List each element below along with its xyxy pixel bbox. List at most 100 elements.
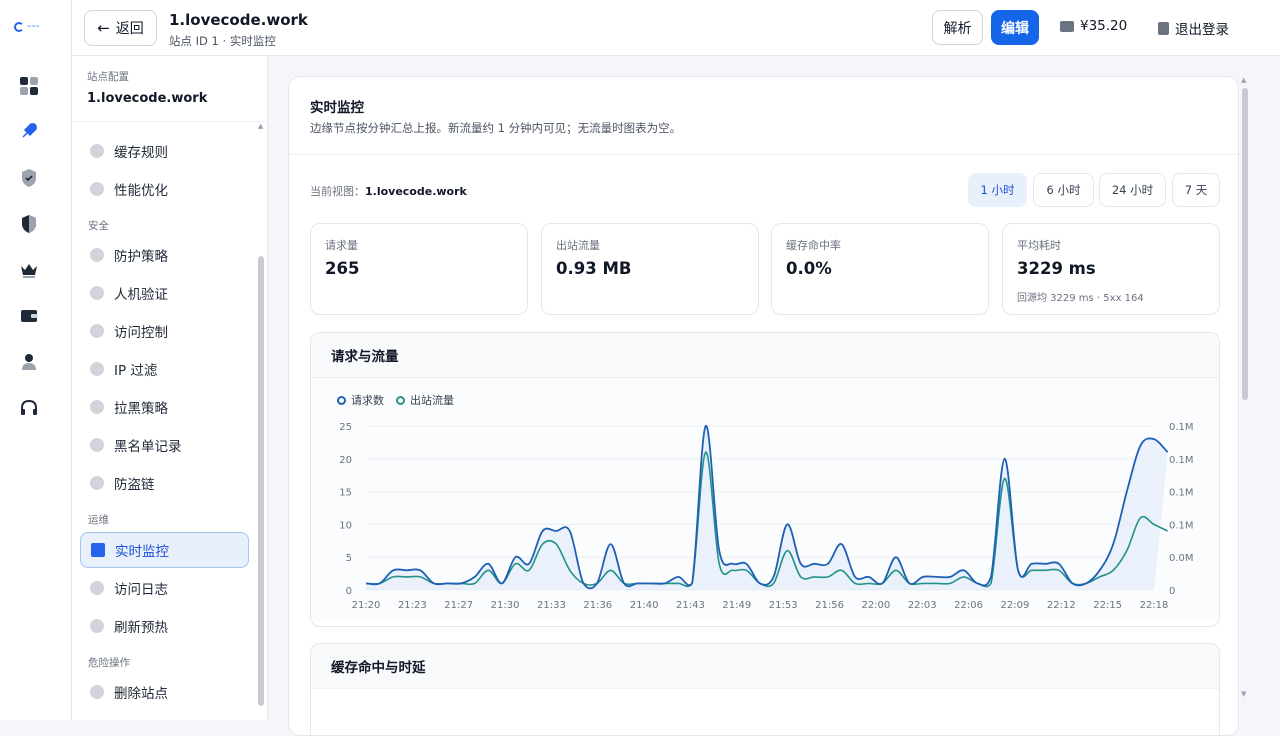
sidebar-item-label: 访问控制 (114, 325, 168, 341)
card-description: 边缘节点按分钟汇总上报。新流量约 1 分钟内可见；无流量时图表为空。 (310, 121, 682, 135)
parse-button[interactable]: 解析 (932, 10, 983, 45)
scroll-up-icon[interactable]: ▲ (1241, 76, 1246, 84)
sidebar-scrollbar[interactable] (258, 256, 264, 706)
shield-icon (90, 324, 104, 338)
sidebar-item-label: 缓存规则 (114, 145, 168, 161)
logout-button[interactable]: 退出登录 (1158, 18, 1229, 38)
sidebar-item-realtime-monitor[interactable]: 实时监控 (80, 532, 249, 568)
panel-title: 缓存命中与时延 (311, 644, 1219, 689)
sidebar-item-label: 性能优化 (114, 183, 168, 199)
range-6h-button[interactable]: 6 小时 (1033, 173, 1094, 207)
sidebar-item-cache-rules[interactable]: 缓存规则 (80, 133, 249, 169)
y-tick-left: 15 (339, 488, 352, 499)
filter-icon (90, 362, 104, 376)
sidebar-item-captcha[interactable]: 人机验证 (80, 275, 249, 311)
shield-half-icon[interactable] (19, 214, 39, 234)
dashboard-icon[interactable] (19, 76, 39, 96)
y-tick-right: 0 (1169, 586, 1175, 597)
stat-subtext: 回源均 3229 ms · 5xx 164 (1017, 293, 1144, 304)
y-tick-right: 0.0M (1169, 553, 1194, 564)
chart-svg: 0 0 5 0.0M 10 0.1M 15 0.1M 20 0.1M 25 0.1M 21:20 21:2… (339, 422, 1194, 611)
scroll-up-icon[interactable]: ▲ (258, 122, 263, 130)
x-tick-label: 22:03 (908, 600, 937, 611)
sidebar-item-label: 防护策略 (114, 249, 168, 265)
card-divider (289, 154, 1238, 155)
range-7d-button[interactable]: 7 天 (1172, 173, 1220, 207)
brand-logo[interactable]: ~~~ (14, 20, 58, 34)
sidebar-item-label: 刷新预热 (114, 620, 168, 636)
sidebar-item-label: 删除站点 (114, 686, 168, 702)
sidebar-item-delete-site[interactable]: 删除站点 (80, 674, 249, 710)
range-1h-button[interactable]: 1 小时 (968, 173, 1027, 207)
stat-label: 请求量 (325, 239, 358, 252)
page-subtitle: 站点 ID 1 · 实时监控 (169, 34, 276, 48)
sidebar-item-ip-filter[interactable]: IP 过滤 (80, 351, 249, 387)
site-config-label: 站点配置 (87, 71, 129, 83)
y-tick-right: 0.1M (1169, 422, 1194, 433)
sidebar-item-protection[interactable]: 防护策略 (80, 237, 249, 273)
x-tick-label: 21:53 (769, 600, 798, 611)
stat-value: 0.93 MB (556, 259, 632, 278)
y-tick-right: 0.1M (1169, 455, 1194, 466)
sidebar-item-refresh[interactable]: 刷新预热 (80, 608, 249, 644)
cache-latency-panel: 缓存命中与时延 (310, 643, 1220, 735)
balance-display[interactable]: ¥35.20 (1060, 18, 1127, 34)
crown-icon[interactable] (19, 260, 39, 280)
shield-icon (90, 438, 104, 452)
x-tick-label: 22:09 (1001, 600, 1030, 611)
shield-icon (90, 400, 104, 414)
main-scrollbar[interactable] (1242, 88, 1248, 400)
sidebar-item-label: 人机验证 (114, 287, 168, 303)
rocket-icon[interactable] (19, 121, 39, 141)
layers-icon (90, 144, 104, 158)
edit-button[interactable]: 编辑 (991, 10, 1039, 45)
shield-check-icon[interactable] (19, 168, 39, 188)
stat-card-latency: 平均耗时 3229 ms 回源均 3229 ms · 5xx 164 (1002, 223, 1220, 315)
y-tick-left: 10 (339, 520, 352, 531)
x-tick-label: 21:40 (630, 600, 659, 611)
stat-card-traffic: 出站流量 0.93 MB (541, 223, 759, 315)
requests-traffic-chart[interactable]: 请求数 出站流量 0 0 5 0.0M 10 0.1M 15 0.1M 20 0.1M 25 0.1M… (311, 378, 1219, 622)
section-security: 安全 (88, 220, 109, 232)
scroll-down-icon[interactable]: ▼ (1241, 690, 1246, 698)
sidebar-item-block-policy[interactable]: 拉黑策略 (80, 389, 249, 425)
icon-rail: ~~~ (0, 0, 72, 720)
monitor-card: 实时监控 边缘节点按分钟汇总上报。新流量约 1 分钟内可见；无流量时图表为空。 … (288, 76, 1239, 736)
headset-icon[interactable] (19, 398, 39, 418)
stat-label: 缓存命中率 (786, 239, 841, 252)
sidebar-divider (72, 121, 267, 122)
series-area-requests (366, 425, 1168, 590)
stat-value: 3229 ms (1017, 259, 1096, 278)
x-tick-label: 22:06 (954, 600, 983, 611)
back-button[interactable]: ← 返回 (84, 10, 157, 46)
current-view-value: 1.lovecode.work (365, 185, 467, 198)
panel-title: 请求与流量 (311, 333, 1219, 378)
sidebar-item-label: 黑名单记录 (114, 439, 182, 455)
stat-value: 265 (325, 259, 360, 278)
x-tick-label: 22:15 (1093, 600, 1122, 611)
sidebar-item-performance[interactable]: 性能优化 (80, 171, 249, 207)
range-24h-button[interactable]: 24 小时 (1099, 173, 1166, 207)
wallet-icon[interactable] (19, 306, 39, 326)
requests-traffic-panel: 请求与流量 请求数 出站流量 0 0 5 0.0M 10 0.1M 15 0.1M 20 0.1M… (310, 332, 1220, 627)
y-tick-left: 5 (346, 553, 352, 564)
x-tick-label: 21:56 (815, 600, 844, 611)
x-tick-label: 21:27 (444, 600, 473, 611)
section-ops: 运维 (88, 514, 109, 526)
sidebar-item-blacklist[interactable]: 黑名单记录 (80, 427, 249, 463)
sidebar-item-access-control[interactable]: 访问控制 (80, 313, 249, 349)
stat-label: 平均耗时 (1017, 239, 1061, 252)
arrow-left-icon: ← (97, 19, 110, 37)
stat-label: 出站流量 (556, 239, 600, 252)
stat-value: 0.0% (786, 259, 832, 278)
sidebar-item-access-log[interactable]: 访问日志 (80, 570, 249, 606)
site-sidebar: 站点配置 1.lovecode.work ▲ 缓存规则 性能优化 安全 防护策略… (72, 56, 268, 720)
stat-card-cache-hit: 缓存命中率 0.0% (771, 223, 989, 315)
user-icon[interactable] (19, 352, 39, 372)
sidebar-item-hotlink[interactable]: 防盗链 (80, 465, 249, 501)
refresh-icon (90, 619, 104, 633)
current-view: 当前视图：1.lovecode.work (310, 183, 467, 199)
sidebar-item-label: 防盗链 (114, 477, 155, 493)
site-name: 1.lovecode.work (87, 91, 208, 106)
link-icon (90, 476, 104, 490)
